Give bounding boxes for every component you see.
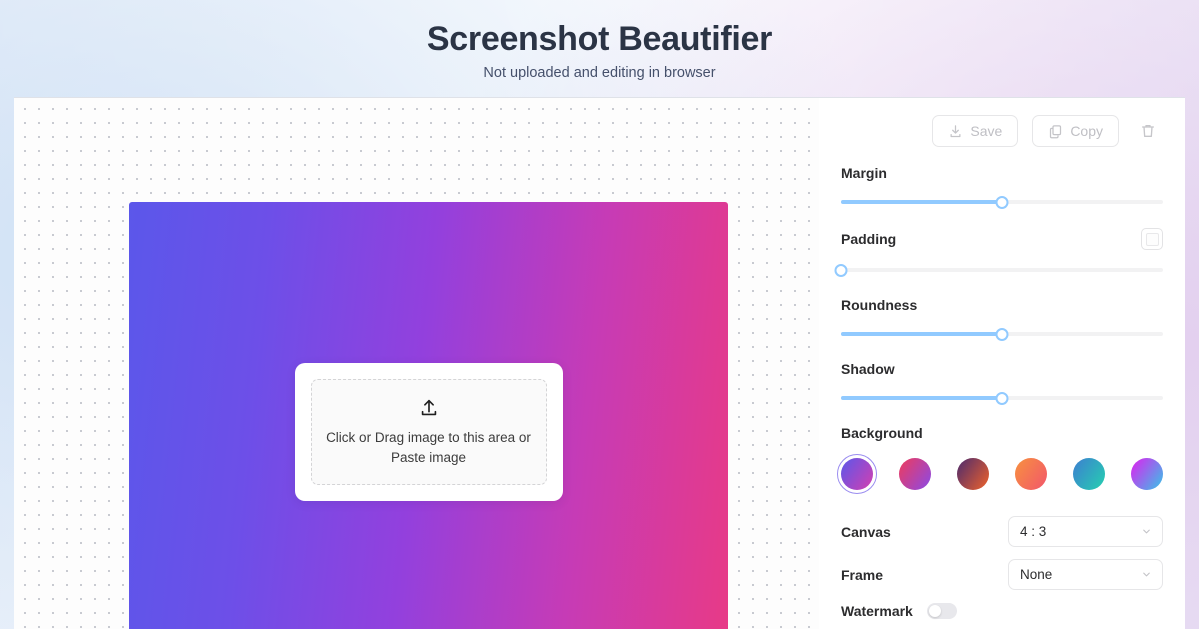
chevron-down-icon [1141,526,1152,537]
preview-canvas[interactable]: Click or Drag image to this area or Past… [14,98,819,629]
background-swatch-blue-purple-pink[interactable] [841,458,873,490]
frame-label: Frame [841,566,883,584]
color-swatch-icon [1146,233,1159,246]
background-swatch-blue-teal[interactable] [1073,458,1105,490]
roundness-slider[interactable] [841,326,1163,342]
copy-icon [1048,124,1063,139]
page-header: Screenshot Beautifier Not uploaded and e… [0,0,1199,96]
background-control: Background [841,424,1163,490]
canvas-ratio-value: 4 : 3 [1020,524,1046,539]
shadow-slider[interactable] [841,390,1163,406]
upload-line-1: Click or Drag image to this area [326,430,515,445]
upload-instructions: Click or Drag image to this area or Past… [324,428,534,468]
canvas-ratio-label: Canvas [841,523,891,541]
watermark-toggle[interactable] [927,603,957,619]
frame-select[interactable]: None [1008,559,1163,590]
margin-control: Margin [841,164,1163,210]
background-label: Background [841,424,1163,442]
roundness-slider-fill [841,332,1002,336]
shadow-slider-thumb[interactable] [996,392,1009,405]
watermark-label: Watermark [841,602,913,620]
frame-row: Frame None [841,559,1163,590]
save-button-label: Save [970,123,1002,139]
roundness-control: Roundness [841,296,1163,342]
margin-slider[interactable] [841,194,1163,210]
roundness-label: Roundness [841,296,1163,314]
padding-slider[interactable] [841,262,1163,278]
roundness-slider-thumb[interactable] [996,328,1009,341]
editor-shell: Click or Drag image to this area or Past… [14,97,1185,629]
chevron-down-icon [1141,569,1152,580]
background-swatch-red-pink-purple[interactable] [899,458,931,490]
download-icon [948,124,963,139]
page-title: Screenshot Beautifier [427,18,772,60]
shadow-slider-fill [841,396,1002,400]
padding-control: Padding [841,228,1163,278]
page-subtitle: Not uploaded and editing in browser [483,64,715,83]
background-swatch-magenta-cyan[interactable] [1131,458,1163,490]
upload-card[interactable]: Click or Drag image to this area or Past… [295,363,563,501]
margin-label: Margin [841,164,1163,182]
padding-color-swatch[interactable] [1141,228,1163,250]
shadow-control: Shadow [841,360,1163,406]
background-swatch-purple-orange[interactable] [957,458,989,490]
padding-slider-track [841,268,1163,272]
margin-slider-fill [841,200,1002,204]
app-root: Screenshot Beautifier Not uploaded and e… [0,0,1199,629]
canvas-ratio-row: Canvas 4 : 3 [841,516,1163,547]
copy-button[interactable]: Copy [1032,115,1119,147]
padding-slider-thumb[interactable] [835,264,848,277]
padding-label: Padding [841,230,896,248]
margin-slider-thumb[interactable] [996,196,1009,209]
shadow-label: Shadow [841,360,1163,378]
frame-value: None [1020,567,1052,582]
save-button[interactable]: Save [932,115,1018,147]
background-swatch-list [841,458,1163,490]
copy-button-label: Copy [1070,123,1103,139]
screenshot-frame: Click or Drag image to this area or Past… [129,202,728,629]
canvas-ratio-select[interactable]: 4 : 3 [1008,516,1163,547]
trash-icon [1140,123,1156,139]
upload-dropzone[interactable]: Click or Drag image to this area or Past… [311,379,547,485]
delete-button[interactable] [1133,116,1163,146]
background-swatch-orange-salmon[interactable] [1015,458,1047,490]
panel-toolbar: Save Copy [841,114,1163,148]
watermark-row: Watermark [841,602,1163,620]
settings-panel: Save Copy [819,98,1185,629]
upload-icon [418,397,440,419]
